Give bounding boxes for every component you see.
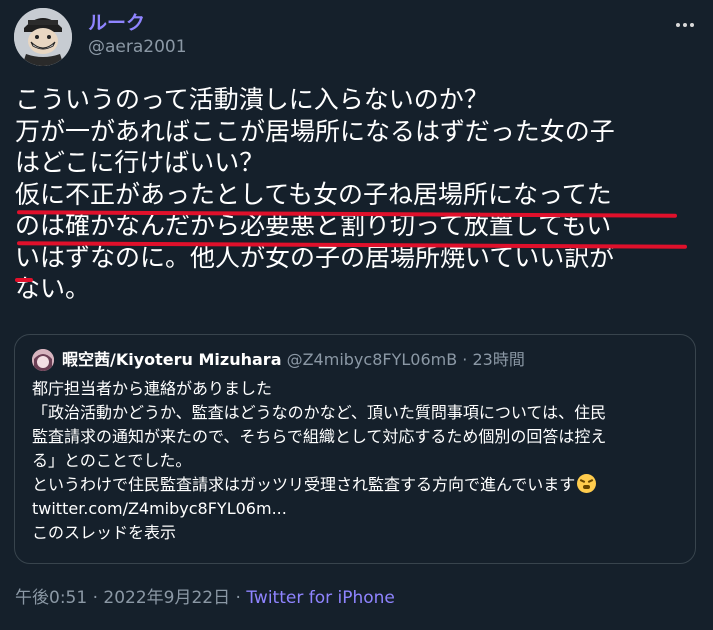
- more-horizontal-icon: [676, 23, 694, 27]
- tweet-text-line: 万が一があればここが居場所になるはずだった女の子: [15, 116, 615, 146]
- quoted-text-line-with-emoji: というわけで住民監査請求はガッツリ受理され監査する方向で進んでいます: [32, 473, 682, 497]
- quoted-time: 23時間: [472, 350, 525, 369]
- tweet-text: こういうのって活動潰しに入らないのか？ 万が一があればここが居場所になるはずだっ…: [15, 84, 705, 305]
- footer-separator: ·: [230, 588, 247, 608]
- author-display-name[interactable]: ルーク: [88, 10, 145, 36]
- tweet-text-line: はどこに行けばいい？: [15, 148, 265, 177]
- tweet-text-line: 仮に不正があったとしても女の子ね居場所になってた: [15, 179, 612, 209]
- quoted-separator: ·: [457, 350, 473, 369]
- tweet-text-line: ない。: [15, 274, 91, 303]
- quoted-text-line: というわけで住民監査請求はガッツリ受理され監査する方向で進んでいます: [32, 475, 576, 494]
- quoted-text-line: 監査請求の通知が来たので、そちらで組織として対応するため個別の回答は控え: [32, 427, 607, 446]
- tweet-source-link[interactable]: Twitter for iPhone: [246, 588, 395, 608]
- quoted-text: 都庁担当者から連絡がありました 「政治活動かどうか、監査はどうなのかなど、頂いた…: [32, 377, 682, 545]
- tweet-text-line: こういうのって活動潰しに入らないのか？: [15, 85, 489, 114]
- avatar[interactable]: [14, 8, 72, 66]
- quoted-avatar-image: [32, 349, 54, 371]
- red-underline-mark: [15, 278, 33, 282]
- tweet-time[interactable]: 午後0:51: [15, 588, 87, 608]
- avatar-image: [14, 8, 72, 66]
- tweet-footer: 午後0:51 · 2022年9月22日 · Twitter for iPhone: [15, 586, 395, 610]
- show-thread-link[interactable]: このスレッドを表示: [32, 521, 682, 545]
- tweet-date[interactable]: 2022年9月22日: [103, 588, 230, 608]
- quoted-link[interactable]: twitter.com/Z4mibyc8FYL06m...: [32, 497, 682, 521]
- author-handle[interactable]: @aera2001: [88, 36, 187, 58]
- quoted-display-name: 暇空茜/Kiyoteru Mizuhara: [62, 350, 282, 369]
- quoted-text-line: 「政治活動かどうか、監査はどうなのかなど、頂いた質問事項については、住民: [32, 403, 607, 422]
- footer-separator: ·: [87, 588, 104, 608]
- quoted-header: 暇空茜/Kiyoteru Mizuhara @Z4mibyc8FYL06mB ·…: [62, 349, 525, 371]
- quoted-text-line: 都庁担当者から連絡がありました: [32, 379, 273, 398]
- quoted-text-line: る」とのことでした。: [32, 451, 192, 470]
- face-with-steam-emoji-icon: [577, 474, 597, 493]
- quoted-tweet-card[interactable]: 暇空茜/Kiyoteru Mizuhara @Z4mibyc8FYL06mB ·…: [14, 334, 696, 564]
- more-options-button[interactable]: [672, 12, 698, 38]
- tweet: ルーク @aera2001 こういうのって活動潰しに入らないのか？ 万が一があれ…: [0, 0, 713, 630]
- quoted-avatar: [32, 349, 54, 371]
- quoted-handle: @Z4mibyc8FYL06mB: [286, 350, 458, 369]
